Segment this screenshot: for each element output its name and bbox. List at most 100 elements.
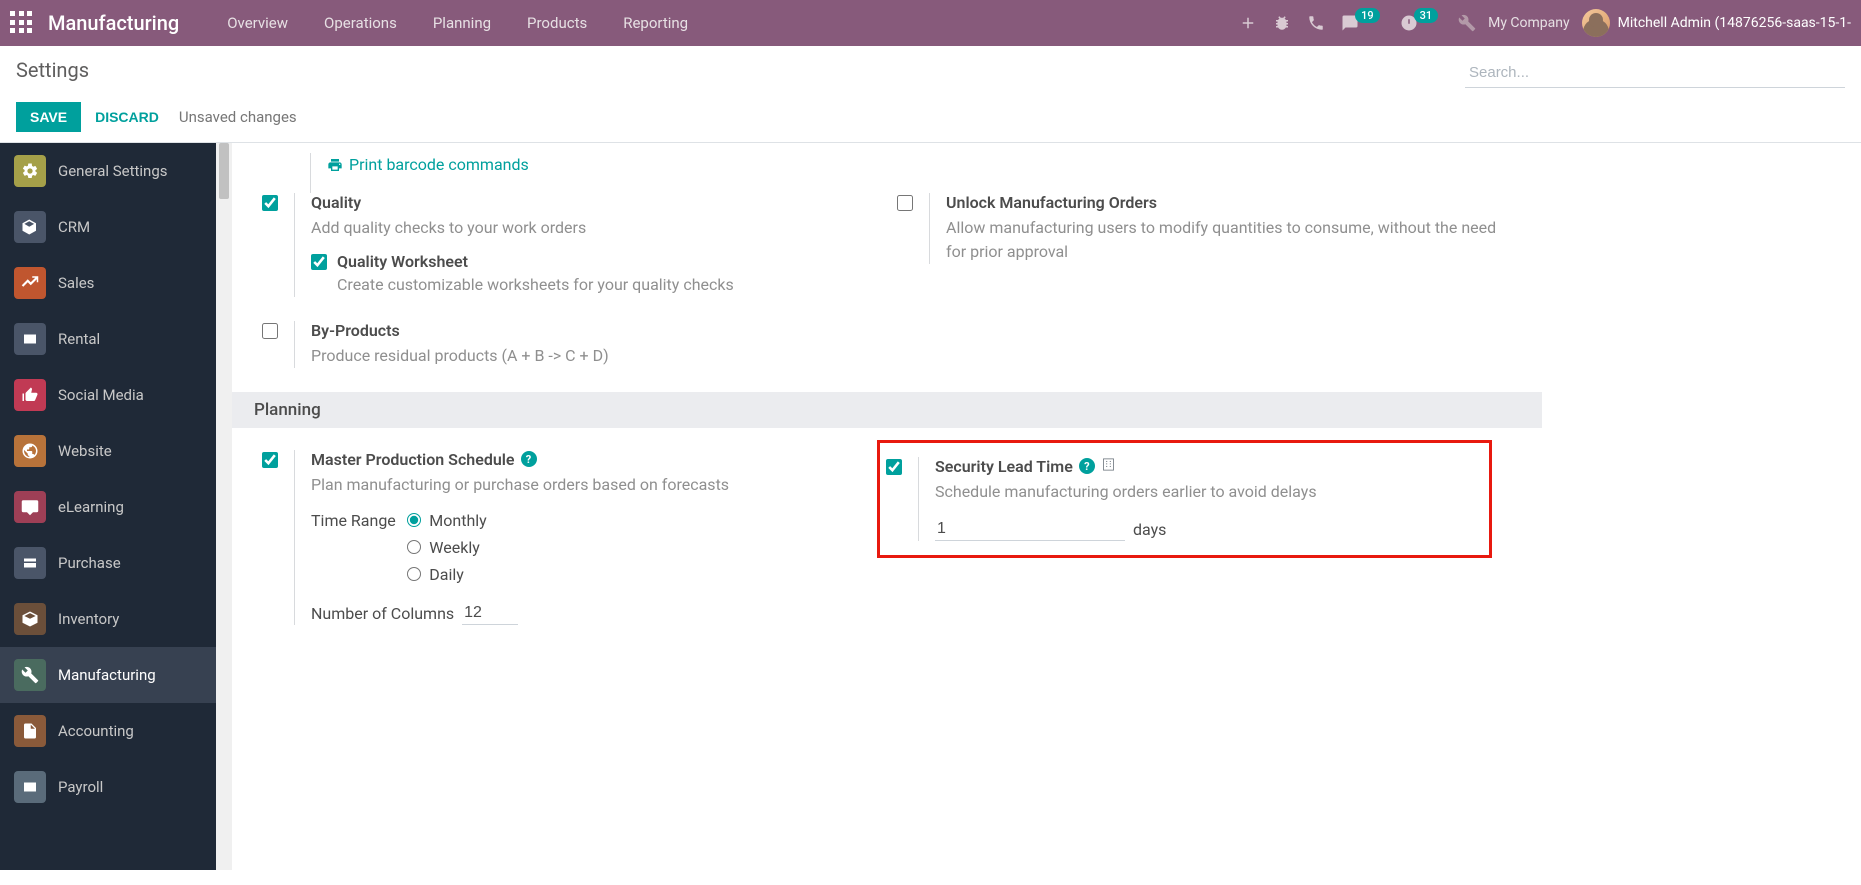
document-icon xyxy=(14,715,46,747)
sidebar-item-inventory[interactable]: Inventory xyxy=(0,591,216,647)
activities-icon[interactable]: 31 xyxy=(1400,14,1443,32)
section-header-planning: Planning xyxy=(232,392,1542,428)
mps-desc: Plan manufacturing or purchase orders ba… xyxy=(311,473,877,497)
quality-desc: Add quality checks to your work orders xyxy=(311,216,877,240)
help-icon[interactable]: ? xyxy=(1079,458,1095,474)
radio-monthly[interactable]: Monthly xyxy=(407,511,486,530)
quality-worksheet-checkbox[interactable] xyxy=(311,254,327,270)
cart-icon xyxy=(14,547,46,579)
mps-checkbox[interactable] xyxy=(262,452,278,468)
sidebar-item-label: eLearning xyxy=(58,498,124,516)
key-icon xyxy=(14,323,46,355)
messages-icon[interactable]: 19 xyxy=(1341,14,1384,32)
app-brand: Manufacturing xyxy=(48,11,179,35)
sidebar-item-label: Payroll xyxy=(58,778,103,796)
byproducts-desc: Produce residual products (A + B -> C + … xyxy=(311,344,877,368)
sidebar-item-purchase[interactable]: Purchase xyxy=(0,535,216,591)
printer-icon xyxy=(327,157,343,173)
bug-icon[interactable] xyxy=(1273,14,1291,32)
security-lead-input[interactable] xyxy=(935,518,1125,541)
quality-worksheet-desc: Create customizable worksheets for your … xyxy=(337,273,734,297)
radio-weekly-input[interactable] xyxy=(407,540,421,554)
plus-icon[interactable] xyxy=(1239,14,1257,32)
print-link-label: Print barcode commands xyxy=(349,155,529,174)
wrench-icon xyxy=(14,659,46,691)
tools-icon[interactable] xyxy=(1458,14,1476,32)
user-name[interactable]: Mitchell Admin (14876256-saas-15-1- xyxy=(1618,15,1851,31)
systray: 19 31 xyxy=(1239,14,1476,32)
top-navbar: Manufacturing Overview Operations Planni… xyxy=(0,0,1861,46)
menu-reporting[interactable]: Reporting xyxy=(605,2,706,44)
phone-icon[interactable] xyxy=(1307,14,1325,32)
status-text: Unsaved changes xyxy=(179,108,297,126)
sidebar-item-website[interactable]: Website xyxy=(0,423,216,479)
security-lead-unit: days xyxy=(1133,520,1166,539)
sidebar-item-crm[interactable]: CRM xyxy=(0,199,216,255)
radio-weekly[interactable]: Weekly xyxy=(407,538,486,557)
menu-products[interactable]: Products xyxy=(509,2,605,44)
main-menu: Overview Operations Planning Products Re… xyxy=(209,2,706,44)
unlock-mo-checkbox[interactable] xyxy=(897,195,913,211)
num-cols-input[interactable] xyxy=(462,602,518,625)
sidebar-item-rental[interactable]: Rental xyxy=(0,311,216,367)
mps-title: Master Production Schedule xyxy=(311,450,515,469)
thumbs-up-icon xyxy=(14,379,46,411)
unlock-mo-desc: Allow manufacturing users to modify quan… xyxy=(946,216,1512,264)
sidebar-item-manufacturing[interactable]: Manufacturing xyxy=(0,647,216,703)
radio-daily[interactable]: Daily xyxy=(407,565,486,584)
sidebar-item-label: Website xyxy=(58,442,112,460)
discard-button[interactable]: Discard xyxy=(95,109,159,125)
scrollbar-thumb[interactable] xyxy=(219,143,229,199)
sidebar-item-payroll[interactable]: Payroll xyxy=(0,759,216,815)
box-icon xyxy=(14,603,46,635)
sidebar-item-label: Social Media xyxy=(58,386,144,404)
sidebar-item-social-media[interactable]: Social Media xyxy=(0,367,216,423)
print-barcode-link[interactable]: Print barcode commands xyxy=(327,155,529,174)
sidebar-item-label: Inventory xyxy=(58,610,119,628)
sidebar-item-label: Rental xyxy=(58,330,100,348)
sidebar-item-label: Sales xyxy=(58,274,94,292)
money-icon xyxy=(14,771,46,803)
byproducts-checkbox[interactable] xyxy=(262,323,278,339)
activities-badge: 31 xyxy=(1414,8,1439,23)
chart-icon xyxy=(14,267,46,299)
apps-launcher-icon[interactable] xyxy=(10,11,34,35)
security-lead-checkbox[interactable] xyxy=(886,459,902,475)
help-icon[interactable]: ? xyxy=(521,451,537,467)
save-button[interactable]: Save xyxy=(16,102,81,132)
sidebar-item-accounting[interactable]: Accounting xyxy=(0,703,216,759)
sidebar-scrollbar[interactable] xyxy=(216,143,232,870)
time-range-label: Time Range xyxy=(311,511,396,530)
gear-icon xyxy=(14,155,46,187)
quality-title: Quality xyxy=(311,193,877,212)
unlock-mo-title: Unlock Manufacturing Orders xyxy=(946,193,1512,212)
menu-overview[interactable]: Overview xyxy=(209,2,306,44)
settings-content: Print barcode commands Quality Add quali… xyxy=(232,143,1861,870)
company-switcher[interactable]: My Company xyxy=(1488,15,1570,31)
radio-daily-input[interactable] xyxy=(407,567,421,581)
sidebar-item-elearning[interactable]: eLearning xyxy=(0,479,216,535)
security-lead-desc: Schedule manufacturing orders earlier to… xyxy=(935,480,1471,504)
globe-icon xyxy=(14,435,46,467)
sidebar-item-label: General Settings xyxy=(58,162,168,180)
building-icon xyxy=(1101,457,1116,476)
control-panel: Settings Save Discard Unsaved changes xyxy=(0,46,1861,143)
sidebar-item-label: Manufacturing xyxy=(58,666,156,684)
messages-badge: 19 xyxy=(1355,8,1380,23)
menu-planning[interactable]: Planning xyxy=(415,2,509,44)
settings-sidebar: General Settings CRM Sales Rental Social… xyxy=(0,143,216,870)
radio-monthly-input[interactable] xyxy=(407,513,421,527)
sidebar-item-general-settings[interactable]: General Settings xyxy=(0,143,216,199)
security-lead-title: Security Lead Time xyxy=(935,457,1073,476)
num-cols-label: Number of Columns xyxy=(311,604,454,623)
search-input[interactable] xyxy=(1465,58,1845,88)
user-avatar[interactable] xyxy=(1582,9,1610,37)
search-box xyxy=(1465,58,1845,88)
sidebar-item-sales[interactable]: Sales xyxy=(0,255,216,311)
graduation-icon xyxy=(14,491,46,523)
page-title: Settings xyxy=(16,58,89,82)
quality-worksheet-title: Quality Worksheet xyxy=(337,252,734,271)
byproducts-title: By-Products xyxy=(311,321,877,340)
quality-checkbox[interactable] xyxy=(262,195,278,211)
menu-operations[interactable]: Operations xyxy=(306,2,415,44)
